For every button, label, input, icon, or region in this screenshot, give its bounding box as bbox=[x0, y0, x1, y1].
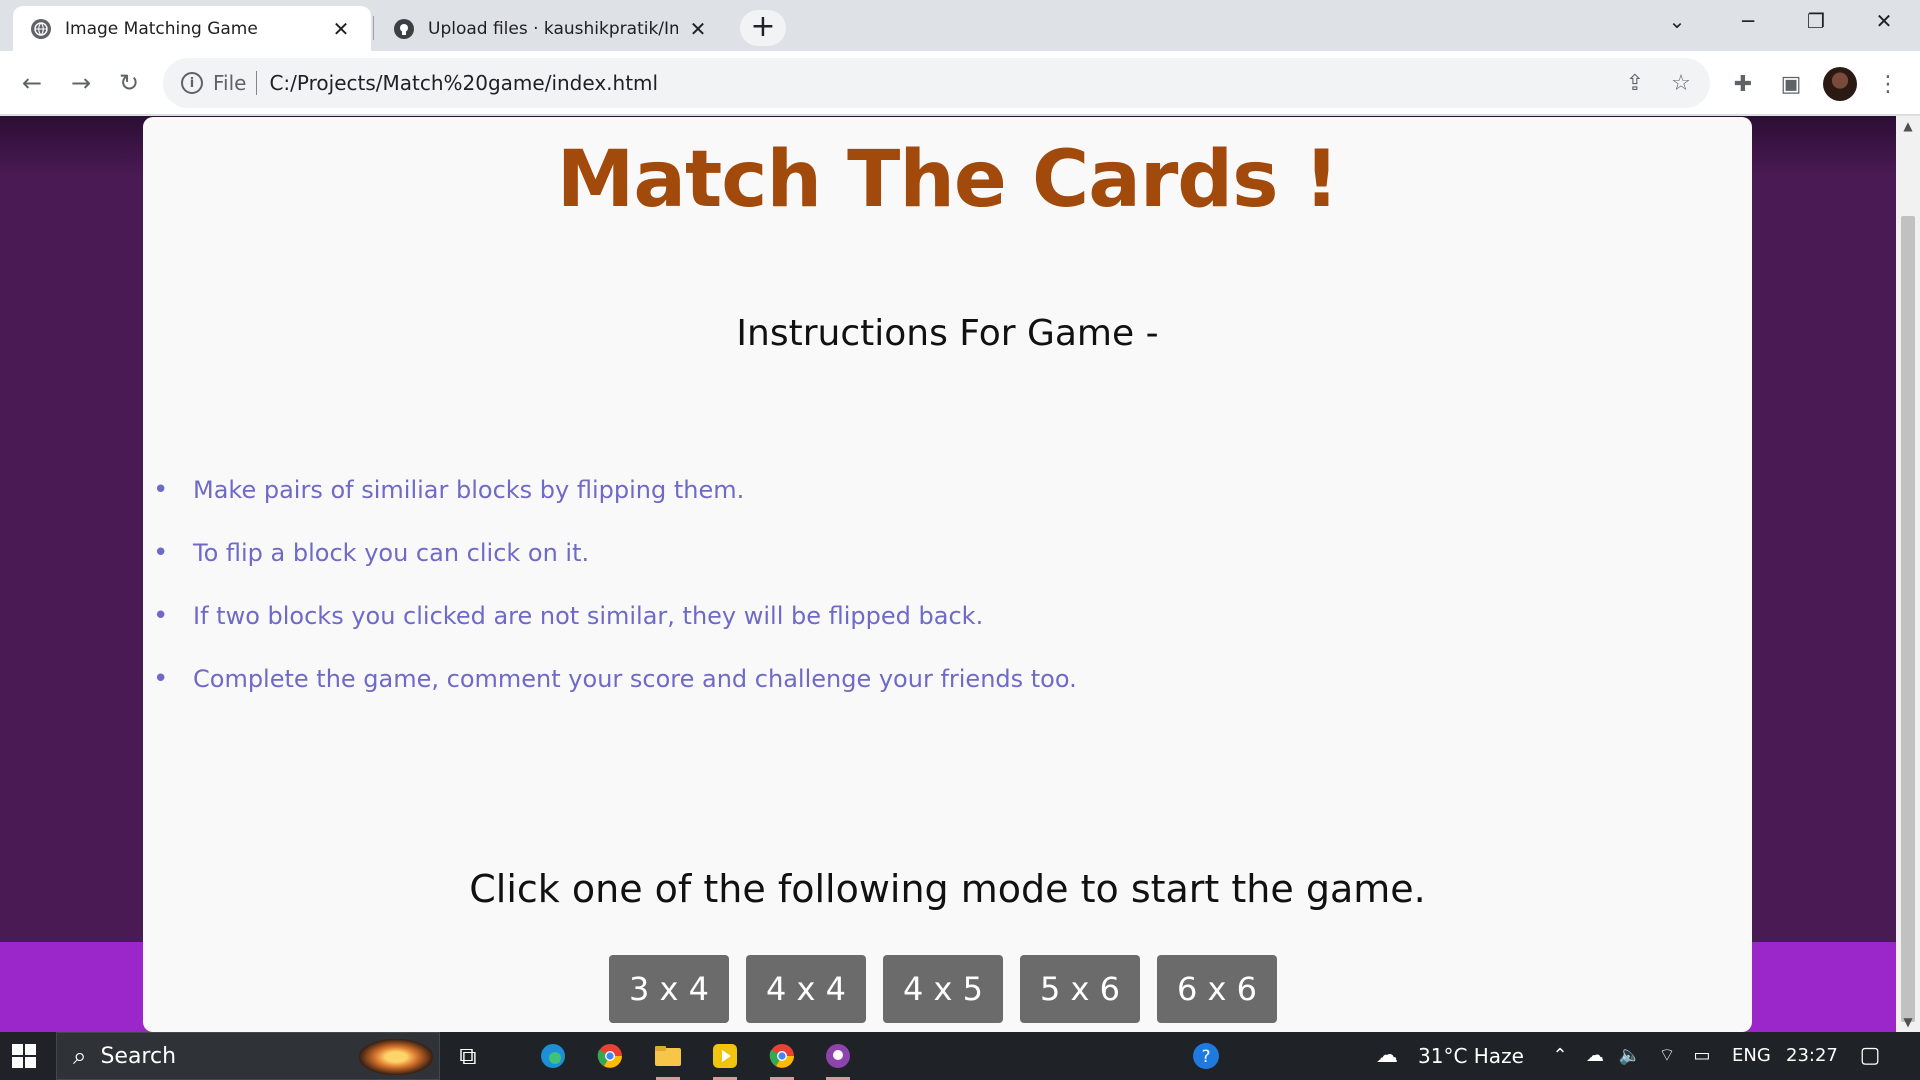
extensions-icon[interactable]: ✚ bbox=[1728, 70, 1758, 100]
globe-icon bbox=[31, 18, 51, 39]
search-label: Search bbox=[100, 1043, 177, 1069]
page-scrollbar[interactable]: ▲ ▼ bbox=[1896, 116, 1920, 1032]
windows-taskbar: ⌕ Search ⧉ ? ☁ 31°C Haze ⌃ ☁ 🔈 ⌔ ▭ ENG 2… bbox=[0, 1032, 1920, 1080]
list-item: To flip a block you can click on it. bbox=[143, 538, 1543, 601]
scroll-thumb[interactable] bbox=[1901, 216, 1915, 1022]
svg-text:?: ? bbox=[1201, 1047, 1210, 1067]
close-tab-icon[interactable]: ✕ bbox=[686, 17, 710, 41]
media-player-icon[interactable] bbox=[709, 1040, 741, 1080]
weather-text[interactable]: 31°C Haze bbox=[1418, 1032, 1524, 1080]
task-view-icon[interactable]: ⧉ bbox=[452, 1040, 484, 1072]
wifi-icon[interactable]: ⌔ bbox=[1655, 1044, 1679, 1068]
onedrive-icon[interactable]: ☁ bbox=[1583, 1044, 1607, 1068]
volume-icon[interactable]: 🔈 bbox=[1618, 1044, 1642, 1068]
search-highlight-image bbox=[359, 1039, 433, 1075]
list-item: Make pairs of similiar blocks by flippin… bbox=[143, 475, 1543, 538]
address-bar[interactable]: i File C:/Projects/Match%20game/index.ht… bbox=[163, 58, 1710, 108]
mode-4x4-button[interactable]: 4 x 4 bbox=[746, 955, 866, 1023]
chrome-icon[interactable] bbox=[594, 1040, 626, 1072]
game-panel: Match The Cards ! Instructions For Game … bbox=[143, 117, 1752, 1032]
tab-title: Upload files · kaushikpratik/Imag bbox=[428, 18, 678, 39]
menu-icon[interactable]: ⋮ bbox=[1873, 70, 1903, 100]
scroll-down-icon[interactable]: ▼ bbox=[1896, 1012, 1920, 1032]
address-divider bbox=[256, 71, 258, 95]
chevron-up-icon[interactable]: ⌃ bbox=[1548, 1044, 1572, 1068]
tab-image-matching-game[interactable]: Image Matching Game ✕ bbox=[13, 6, 371, 51]
tab-search-icon[interactable]: ⌄ bbox=[1643, 0, 1711, 42]
info-icon[interactable]: i bbox=[181, 72, 203, 94]
clock[interactable]: 23:27 bbox=[1786, 1032, 1838, 1080]
chrome-active-icon[interactable] bbox=[766, 1040, 798, 1080]
tab-strip: Image Matching Game ✕ Upload files · kau… bbox=[0, 0, 1920, 51]
search-icon: ⌕ bbox=[73, 1042, 87, 1070]
instructions-heading: Instructions For Game - bbox=[736, 313, 1159, 354]
minimize-icon[interactable]: ─ bbox=[1714, 0, 1782, 42]
tab-divider bbox=[373, 16, 374, 40]
mode-prompt: Click one of the following mode to start… bbox=[469, 867, 1426, 911]
mode-5x6-button[interactable]: 5 x 6 bbox=[1020, 955, 1140, 1023]
close-tab-icon[interactable]: ✕ bbox=[329, 17, 353, 41]
share-icon[interactable]: ⇪ bbox=[1622, 71, 1648, 97]
help-icon[interactable]: ? bbox=[1190, 1040, 1222, 1072]
tab-upload-files[interactable]: Upload files · kaushikpratik/Imag ✕ bbox=[376, 6, 728, 51]
mode-4x5-button[interactable]: 4 x 5 bbox=[883, 955, 1003, 1023]
scroll-up-icon[interactable]: ▲ bbox=[1896, 116, 1920, 136]
weather-icon: ☁ bbox=[1376, 1043, 1398, 1068]
side-panel-icon[interactable]: ▣ bbox=[1776, 70, 1806, 100]
list-item: Complete the game, comment your score an… bbox=[143, 664, 1543, 727]
mode-3x4-button[interactable]: 3 x 4 bbox=[609, 955, 729, 1023]
file-explorer-icon[interactable] bbox=[652, 1040, 684, 1080]
notifications-icon[interactable]: ▢ bbox=[1858, 1044, 1882, 1068]
battery-icon[interactable]: ▭ bbox=[1690, 1044, 1714, 1068]
close-window-icon[interactable]: ✕ bbox=[1850, 0, 1918, 42]
profile-avatar[interactable] bbox=[1823, 67, 1857, 101]
forward-icon[interactable]: → bbox=[61, 63, 101, 103]
back-icon[interactable]: ← bbox=[12, 63, 52, 103]
bookmark-star-icon[interactable]: ☆ bbox=[1668, 71, 1694, 97]
mode-buttons: 3 x 4 4 x 4 4 x 5 5 x 6 6 x 6 bbox=[609, 955, 1294, 1023]
windows-start-icon[interactable] bbox=[12, 1044, 36, 1068]
restore-icon[interactable]: ❐ bbox=[1782, 0, 1850, 42]
list-item: If two blocks you clicked are not simila… bbox=[143, 601, 1543, 664]
taskbar-search[interactable]: ⌕ Search bbox=[56, 1032, 440, 1080]
new-tab-button[interactable]: + bbox=[740, 10, 786, 46]
instructions-list: Make pairs of similiar blocks by flippin… bbox=[143, 475, 1543, 727]
reload-icon[interactable]: ↻ bbox=[109, 63, 149, 103]
page-title: Match The Cards ! bbox=[556, 135, 1340, 225]
edge-icon[interactable] bbox=[537, 1040, 569, 1072]
github-icon bbox=[394, 18, 414, 39]
address-url: C:/Projects/Match%20game/index.html bbox=[269, 71, 659, 95]
language-indicator[interactable]: ENG bbox=[1732, 1032, 1771, 1080]
browser-toolbar: ← → ↻ i File C:/Projects/Match%20game/in… bbox=[0, 51, 1920, 115]
address-scheme-label: File bbox=[213, 71, 247, 95]
page-viewport: Match The Cards ! Instructions For Game … bbox=[0, 116, 1896, 1032]
tab-title: Image Matching Game bbox=[65, 18, 258, 39]
github-desktop-icon[interactable] bbox=[822, 1040, 854, 1080]
mode-6x6-button[interactable]: 6 x 6 bbox=[1157, 955, 1277, 1023]
